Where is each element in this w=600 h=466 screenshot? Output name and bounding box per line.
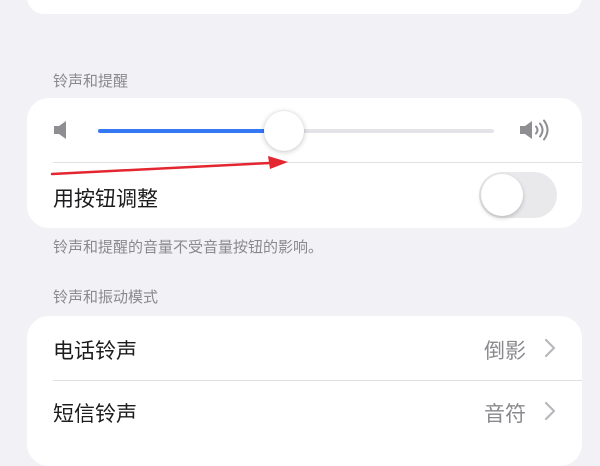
chevron-right-icon [544, 401, 556, 421]
ringer-volume-fill [98, 129, 285, 133]
ring-alerts-footer-note: 铃声和提醒的音量不受音量按钮的影响。 [53, 238, 324, 256]
ringer-volume-slider[interactable] [98, 111, 494, 151]
settings-group-top [27, 0, 582, 14]
ringer-volume-thumb[interactable] [264, 111, 305, 151]
ringtone-row[interactable]: 电话铃声 倒影 [27, 316, 582, 380]
ringtone-label: 电话铃声 [53, 339, 137, 363]
ring-alerts-section-header: 铃声和提醒 [53, 72, 129, 90]
speaker-high-icon [520, 119, 549, 141]
ringtone-vibration-section-header: 铃声和振动模式 [53, 288, 159, 306]
chevron-right-icon [544, 338, 556, 358]
sounds-group: 电话铃声 倒影 短信铃声 音符 [27, 316, 582, 466]
speaker-low-icon [54, 121, 66, 139]
toggle-knob [481, 174, 523, 216]
text-tone-label: 短信铃声 [53, 402, 137, 426]
ring-alerts-group: 用按钮调整 [27, 98, 582, 228]
change-with-buttons-label: 用按钮调整 [53, 187, 158, 211]
change-with-buttons-row: 用按钮调整 [27, 162, 582, 228]
text-tone-row[interactable]: 短信铃声 音符 [27, 380, 582, 444]
ringtone-value: 倒影 [484, 339, 526, 363]
text-tone-value: 音符 [484, 402, 526, 426]
change-with-buttons-toggle[interactable] [479, 172, 557, 218]
